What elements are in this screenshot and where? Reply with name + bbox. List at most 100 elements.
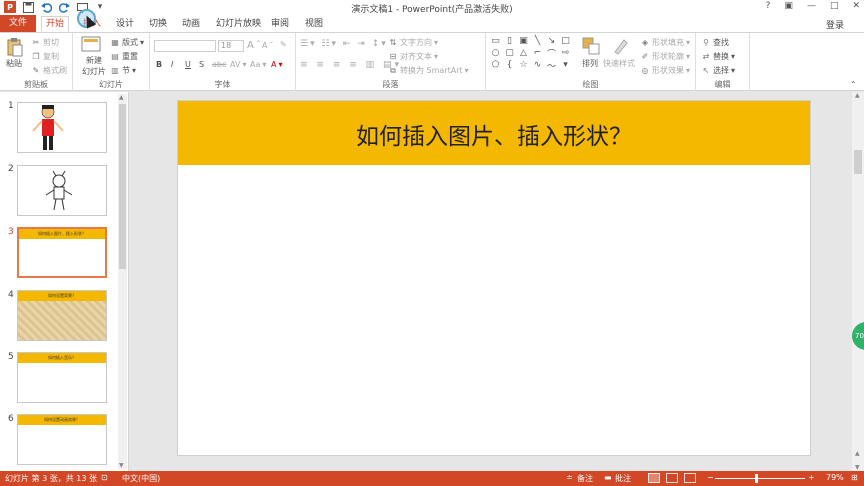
reading-view-button[interactable] (684, 473, 696, 483)
text-direction-button[interactable]: ⇅ 文字方向 ▾ (388, 37, 438, 48)
format-painter-button[interactable]: ✎ 格式刷 (31, 65, 67, 76)
scroll-up-icon[interactable]: ▲ (119, 94, 124, 101)
replace-button[interactable]: ⇄ 替换 ▾ (701, 51, 735, 62)
language-indicator[interactable]: 中文(中国) (122, 473, 160, 484)
align-text-button[interactable]: ⊟ 对齐文本 ▾ (388, 51, 438, 62)
shapes-gallery[interactable]: ▭ ▯ ▣ ╲ ↘ □ ○ ▢ △ ⌐ ⌒ ⇨ ⬠ { ☆ ∿ 〜 ▾ (490, 36, 572, 72)
font-color-button[interactable]: A ▾ (271, 60, 283, 69)
slide-thumbnail-6[interactable]: 如何设置动画效果？ (17, 414, 107, 465)
spellcheck-icon[interactable]: ⊡ (101, 473, 108, 482)
textbox-shape-icon[interactable]: ▭ (490, 36, 501, 46)
new-slide-icon[interactable] (81, 36, 101, 55)
layout-button[interactable]: ▦ 版式 ▾ (110, 37, 144, 48)
tab-home[interactable]: 开始 (41, 16, 70, 32)
bold-button[interactable]: B (156, 60, 162, 69)
tab-animations[interactable]: 动画 (178, 17, 204, 31)
zoom-level[interactable]: 79% (826, 473, 844, 482)
zoom-in-button[interactable]: + (808, 473, 815, 482)
editor-scrollbar[interactable]: ▲ ▲ ▼ (852, 92, 864, 471)
shape-effects-button[interactable]: ◎ 形状效果 ▾ (640, 65, 691, 76)
align-buttons[interactable]: ≡ ≡ ≡ ≡ ▥ ▤▾ (300, 60, 402, 70)
section-button[interactable]: ▥ 节 ▾ (110, 65, 136, 76)
pentagon-shape-icon[interactable]: ⬠ (490, 60, 501, 70)
font-size-box[interactable]: 18 (218, 40, 244, 52)
rectangle-shape-icon[interactable]: ▯ (504, 36, 515, 46)
change-case-button[interactable]: Aa ▾ (250, 60, 266, 69)
arrange-button[interactable]: 排列 (582, 58, 598, 69)
arrow-shape-icon[interactable]: ↘ (546, 36, 557, 46)
tab-slideshow[interactable]: 幻灯片放映 (212, 17, 265, 31)
tab-design[interactable]: 设计 (112, 17, 138, 31)
comments-button[interactable]: 批注 (615, 473, 631, 484)
scrollbar-thumb[interactable] (854, 150, 862, 174)
star-shape-icon[interactable]: ☆ (518, 60, 529, 70)
copy-button[interactable]: ❐ 复制 (31, 51, 59, 62)
current-slide[interactable]: 如何插入图片、插入形状？ (177, 100, 811, 456)
char-spacing-button[interactable]: AV ▾ (230, 60, 246, 69)
prev-slide-icon[interactable]: ▲ (855, 450, 860, 457)
slide-thumbnail-1[interactable] (17, 102, 107, 153)
square-shape-icon[interactable]: □ (560, 36, 571, 46)
arrange-icon[interactable] (582, 37, 600, 58)
paste-button[interactable]: 粘贴 (6, 58, 22, 69)
shrink-font-button[interactable]: Aˇ (262, 41, 273, 50)
line-shape-icon[interactable]: ╲ (532, 36, 543, 46)
slide-thumbnail-2[interactable] (17, 165, 107, 216)
slide-thumbnail-5[interactable]: 如何插入音乐？ (17, 352, 107, 403)
comment-icon[interactable]: ▬ (604, 473, 612, 482)
cut-button[interactable]: ✂ 剪切 (31, 37, 59, 48)
curve-shape-icon[interactable]: ∿ (532, 60, 543, 70)
zoom-slider[interactable] (715, 478, 805, 479)
image-shape-icon[interactable]: ▣ (518, 36, 529, 46)
find-button[interactable]: ⚲ 查找 (701, 37, 729, 48)
paste-icon[interactable] (7, 37, 23, 60)
slide-thumbnail-3[interactable]: 如何插入图片、插入形状？ (17, 227, 107, 278)
scrollbar-thumb[interactable] (119, 104, 126, 269)
next-slide-icon[interactable]: ▼ (855, 464, 860, 471)
login-link[interactable]: 登录 (826, 18, 844, 31)
slide-title[interactable]: 如何插入图片、插入形状？ (178, 117, 810, 151)
brace-shape-icon[interactable]: { (504, 60, 515, 70)
elbow-connector-icon[interactable]: ⌐ (532, 48, 543, 58)
right-arrow-shape-icon[interactable]: ⇨ (560, 48, 571, 58)
new-slide-button[interactable]: 新建 幻灯片 (82, 55, 106, 77)
scroll-up-icon[interactable]: ▲ (855, 92, 860, 99)
tab-review[interactable]: 审阅 (267, 17, 293, 31)
help-icon[interactable]: ? (766, 1, 771, 11)
triangle-shape-icon[interactable]: △ (518, 48, 529, 58)
rounded-rect-shape-icon[interactable]: ▢ (504, 48, 515, 58)
shape-outline-button[interactable]: ✐ 形状轮廓 ▾ (640, 51, 690, 62)
list-buttons[interactable]: ☰▾ ☷▾ ⇤ ⇥ ↕▾ (300, 39, 388, 49)
tab-transitions[interactable]: 切换 (145, 17, 171, 31)
notes-button[interactable]: 备注 (577, 473, 593, 484)
font-name-box[interactable] (154, 40, 216, 52)
ribbon-display-icon[interactable]: ▣ (784, 1, 793, 11)
fit-slide-icon[interactable]: ⊞ (851, 473, 858, 482)
shadow-button[interactable]: S (199, 60, 204, 69)
shape-fill-button[interactable]: ◈ 形状填充 ▾ (640, 37, 690, 48)
tab-file[interactable]: 文件 (0, 15, 36, 32)
slide-thumbnail-4[interactable]: 如何设置背景？ (17, 290, 107, 341)
minimize-button[interactable]: — (807, 1, 816, 11)
quick-styles-icon[interactable] (612, 37, 630, 58)
curve-connector-icon[interactable]: ⌒ (546, 48, 557, 60)
collapse-ribbon-icon[interactable]: ⌃ (850, 80, 857, 89)
close-button[interactable]: ✕ (852, 1, 860, 11)
quick-styles-button[interactable]: 快速样式 (603, 58, 635, 69)
smartart-button[interactable]: ⧉ 转换为 SmartArt ▾ (388, 65, 469, 76)
italic-button[interactable]: I (171, 60, 173, 69)
tab-view[interactable]: 视图 (301, 17, 327, 31)
clear-format-button[interactable]: ✎ (280, 40, 287, 49)
zoom-out-button[interactable]: − (707, 473, 714, 482)
wave-shape-icon[interactable]: 〜 (546, 60, 557, 72)
thumbnail-scrollbar[interactable]: ▲ ▼ (118, 94, 127, 469)
select-button[interactable]: ↖ 选择 ▾ (701, 65, 735, 76)
underline-button[interactable]: U (185, 60, 191, 69)
notes-icon[interactable]: ≐ (566, 473, 573, 482)
slide-sorter-button[interactable] (666, 473, 678, 483)
scroll-down-icon[interactable]: ▼ (119, 462, 124, 469)
maximize-button[interactable]: □ (830, 1, 839, 11)
strikethrough-button[interactable]: abc (212, 60, 226, 69)
oval-shape-icon[interactable]: ○ (490, 48, 501, 58)
reset-button[interactable]: ▤ 重置 (110, 51, 138, 62)
